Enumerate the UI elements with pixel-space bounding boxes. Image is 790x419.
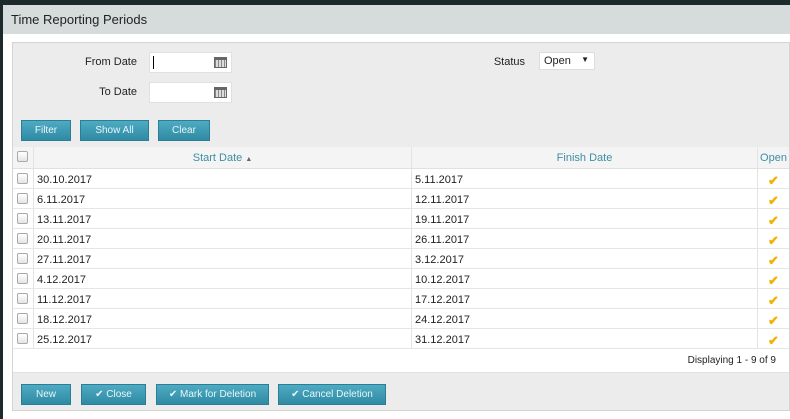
checkmark-icon: ✔ [768,173,779,188]
checkmark-icon: ✔ [768,233,779,248]
start-date-cell: 25.12.2017 [34,329,412,348]
table-row[interactable]: 20.11.2017 26.11.2017 ✔ [13,229,789,249]
checkmark-icon: ✔ [768,293,779,308]
table-row[interactable]: 6.11.2017 12.11.2017 ✔ [13,189,789,209]
clear-button[interactable]: Clear [158,120,210,141]
table-row[interactable]: 4.12.2017 10.12.2017 ✔ [13,269,789,289]
checkmark-icon: ✔ [768,193,779,208]
finish-date-cell: 10.12.2017 [412,269,758,288]
close-button[interactable]: ✔ Close [81,384,146,405]
finish-date-cell: 12.11.2017 [412,189,758,208]
main-panel: From Date To Date Status Open ▼ Filter Sh… [12,42,790,411]
finish-date-cell: 26.11.2017 [412,229,758,248]
row-checkbox[interactable] [17,313,28,324]
finish-date-cell: 19.11.2017 [412,209,758,228]
finish-date-cell: 24.12.2017 [412,309,758,328]
table-row[interactable]: 11.12.2017 17.12.2017 ✔ [13,289,789,309]
pagination-info: Displaying 1 - 9 of 9 [13,349,789,373]
start-date-cell: 11.12.2017 [34,289,412,308]
table-row[interactable]: 18.12.2017 24.12.2017 ✔ [13,309,789,329]
calendar-icon[interactable] [214,87,227,98]
sort-asc-icon: ▲ [245,156,253,163]
checkmark-icon: ✔ [768,313,779,328]
page-title: Time Reporting Periods [11,12,148,27]
table-row[interactable]: 13.11.2017 19.11.2017 ✔ [13,209,789,229]
new-button[interactable]: New [21,384,71,405]
start-date-cell: 30.10.2017 [34,169,412,188]
to-date-label: To Date [99,86,137,98]
start-date-cell: 27.11.2017 [34,249,412,268]
text-cursor [153,56,154,69]
finish-date-cell: 5.11.2017 [412,169,758,188]
mark-for-deletion-button[interactable]: ✔ Mark for Deletion [156,384,269,405]
finish-date-cell: 17.12.2017 [412,289,758,308]
column-header-start-date[interactable]: Start Date ▲ [34,147,412,168]
column-header-finish-date[interactable]: Finish Date [412,147,758,168]
cancel-deletion-button[interactable]: ✔ Cancel Deletion [278,384,386,405]
status-select[interactable]: Open ▼ [539,52,595,70]
from-date-input[interactable] [149,52,232,73]
row-checkbox[interactable] [17,213,28,224]
table-row[interactable]: 30.10.2017 5.11.2017 ✔ [13,169,789,189]
row-checkbox[interactable] [17,273,28,284]
show-all-button[interactable]: Show All [80,120,149,141]
start-date-cell: 13.11.2017 [34,209,412,228]
calendar-icon[interactable] [214,57,227,68]
checkmark-icon: ✔ [768,333,779,348]
finish-date-cell: 3.12.2017 [412,249,758,268]
left-bar [0,0,3,419]
table-row[interactable]: 27.11.2017 3.12.2017 ✔ [13,249,789,269]
table-header: Start Date ▲ Finish Date Open [13,147,789,169]
table-row[interactable]: 25.12.2017 31.12.2017 ✔ [13,329,789,349]
checkmark-icon: ✔ [768,273,779,288]
row-checkbox[interactable] [17,173,28,184]
start-date-cell: 6.11.2017 [34,189,412,208]
column-header-open[interactable]: Open [758,147,789,168]
row-checkbox[interactable] [17,293,28,304]
page-header: Time Reporting Periods [3,5,790,34]
periods-table: Start Date ▲ Finish Date Open 30.10.2017… [13,147,789,373]
to-date-input[interactable] [149,82,232,103]
dropdown-arrow-icon: ▼ [581,55,589,64]
start-date-cell: 18.12.2017 [34,309,412,328]
start-date-cell: 4.12.2017 [34,269,412,288]
row-checkbox[interactable] [17,333,28,344]
filter-button[interactable]: Filter [21,120,71,141]
finish-date-cell: 31.12.2017 [412,329,758,348]
select-all-checkbox[interactable] [17,151,28,162]
status-label: Status [493,56,525,68]
row-checkbox[interactable] [17,193,28,204]
checkmark-icon: ✔ [768,253,779,268]
start-date-cell: 20.11.2017 [34,229,412,248]
checkmark-icon: ✔ [768,213,779,228]
from-date-label: From Date [85,56,137,68]
row-checkbox[interactable] [17,253,28,264]
row-checkbox[interactable] [17,233,28,244]
